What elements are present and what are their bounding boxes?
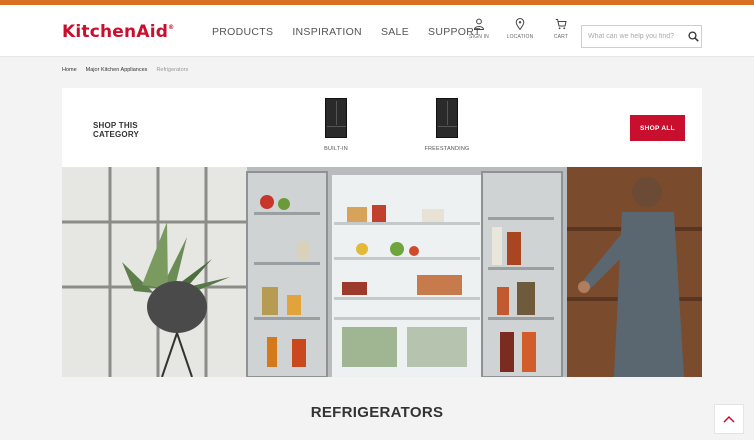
- shop-category-panel: SHOP THIS CATEGORY BUILT-IN FREESTANDING…: [62, 88, 702, 167]
- main-nav: PRODUCTS INSPIRATION SALE SUPPORT: [212, 26, 481, 38]
- breadcrumb-current: Refrigerators: [156, 67, 189, 73]
- map-pin-icon: [515, 18, 525, 30]
- logo-trademark: ®: [168, 24, 175, 31]
- breadcrumb-major-appliances[interactable]: Major Kitchen Appliances: [86, 67, 148, 73]
- location-link[interactable]: LOCATION: [498, 18, 542, 40]
- category-built-in[interactable]: BUILT-IN: [301, 98, 371, 152]
- hero-illustration: [62, 167, 702, 377]
- freestanding-label: FREESTANDING: [424, 146, 470, 152]
- chevron-up-icon: [723, 415, 735, 423]
- freestanding-fridge-image: [436, 98, 458, 138]
- hero-image: [62, 167, 702, 377]
- built-in-label: BUILT-IN: [324, 146, 348, 152]
- person-icon: [473, 18, 485, 30]
- sign-in-link[interactable]: SIGN IN: [457, 18, 501, 40]
- heading-line-2: CATEGORY: [93, 130, 140, 139]
- sign-in-label: SIGN IN: [468, 34, 489, 40]
- breadcrumb-home[interactable]: Home: [62, 67, 77, 73]
- shop-all-button[interactable]: SHOP ALL: [630, 115, 685, 141]
- cart-link[interactable]: CART: [539, 18, 583, 40]
- kitchenaid-logo[interactable]: KitchenAid®: [62, 22, 174, 42]
- search-icon[interactable]: [688, 31, 699, 42]
- site-header: KitchenAid® PRODUCTS INSPIRATION SALE SU…: [0, 5, 754, 57]
- breadcrumb: Home Major Kitchen Appliances Refrigerat…: [62, 67, 188, 73]
- logo-text: KitchenAid: [62, 22, 169, 42]
- category-freestanding[interactable]: FREESTANDING: [412, 98, 482, 152]
- nav-products[interactable]: PRODUCTS: [212, 26, 273, 38]
- cart-label: CART: [553, 34, 569, 40]
- heading-line-1: SHOP THIS: [93, 121, 138, 130]
- cart-icon: [555, 19, 567, 30]
- nav-inspiration[interactable]: INSPIRATION: [292, 26, 362, 38]
- location-label: LOCATION: [506, 34, 534, 40]
- built-in-fridge-image: [325, 98, 347, 138]
- shop-category-heading: SHOP THIS CATEGORY: [93, 121, 139, 139]
- back-to-top-button[interactable]: [714, 404, 744, 434]
- page-title: REFRIGERATORS: [310, 404, 444, 421]
- nav-sale[interactable]: SALE: [381, 26, 409, 38]
- search-input[interactable]: [581, 25, 702, 48]
